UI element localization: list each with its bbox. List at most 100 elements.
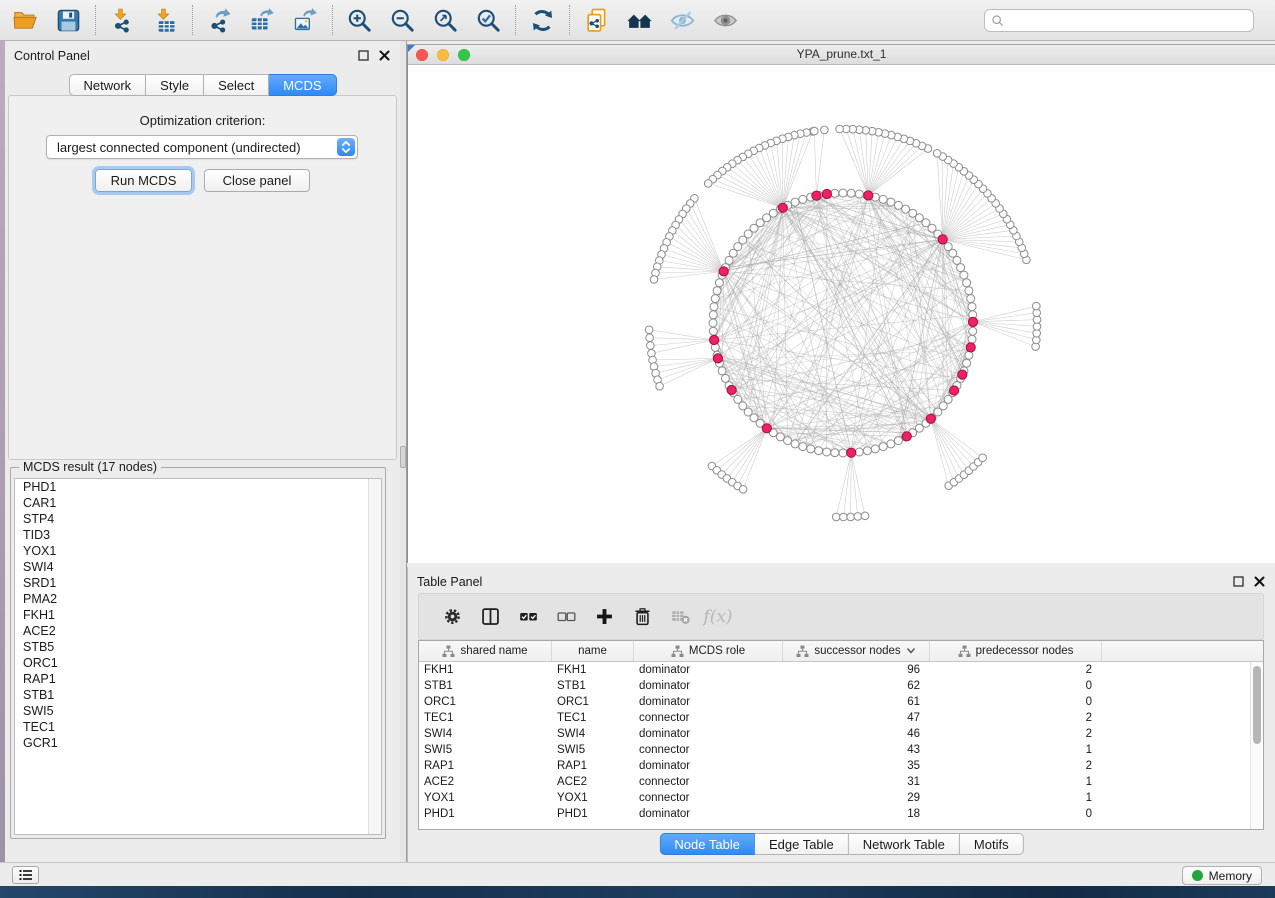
show-all-button[interactable] (704, 3, 747, 37)
network-window: YPA_prune.txt_1 (407, 44, 1275, 563)
delete-column-button[interactable] (623, 600, 661, 634)
tab-edge-table[interactable]: Edge Table (755, 833, 849, 855)
column-header-predecessor-nodes[interactable]: predecessor nodes (930, 641, 1102, 661)
column-label: name (578, 645, 607, 657)
column-header-name[interactable]: name (552, 641, 634, 661)
cell-predecessor_nodes: 2 (930, 728, 1102, 740)
network-window-titlebar[interactable]: YPA_prune.txt_1 (408, 45, 1275, 65)
mcds-result-item[interactable]: CAR1 (15, 495, 381, 511)
function-builder-icon: f(x) (703, 607, 732, 627)
export-network-button[interactable] (198, 3, 241, 37)
export-image-icon (292, 7, 319, 34)
tab-motifs[interactable]: Motifs (960, 833, 1024, 855)
mcds-result-item[interactable]: YOX1 (15, 543, 381, 559)
mcds-result-item[interactable]: FKH1 (15, 607, 381, 623)
table-row[interactable]: PHD1PHD1dominator180 (419, 806, 1263, 822)
close-panel-button[interactable]: Close panel (204, 169, 310, 192)
table-row[interactable]: SWI4SWI4dominator462 (419, 726, 1263, 742)
mcds-result-item[interactable]: STB1 (15, 687, 381, 703)
export-table-button[interactable] (241, 3, 284, 37)
copy-network-button[interactable] (575, 3, 618, 37)
delete-table-icon (670, 606, 691, 627)
mcds-result-item[interactable]: GCR1 (15, 735, 381, 751)
scrollbar-thumb[interactable] (1253, 666, 1261, 744)
zoom-selected-icon (475, 7, 502, 34)
table-row[interactable]: RAP1RAP1dominator352 (419, 758, 1263, 774)
hide-selected-button[interactable] (661, 3, 704, 37)
first-neighbors-button[interactable] (618, 3, 661, 37)
deselect-all-checkboxes-button[interactable] (547, 600, 585, 634)
optimization-criterion-value: largest connected component (undirected) (57, 140, 301, 155)
tab-network-table[interactable]: Network Table (849, 833, 960, 855)
mcds-result-item[interactable]: STP4 (15, 511, 381, 527)
float-icon[interactable] (1233, 576, 1244, 587)
network-window-title: YPA_prune.txt_1 (408, 47, 1275, 61)
zoom-in-button[interactable] (338, 3, 381, 37)
select-all-checkboxes-button[interactable] (509, 600, 547, 634)
cell-shared_name: ORC1 (419, 696, 552, 708)
add-column-button[interactable] (585, 600, 623, 634)
mcds-result-item[interactable]: PMA2 (15, 591, 381, 607)
import-network-button[interactable] (101, 3, 144, 37)
table-row[interactable]: YOX1YOX1connector291 (419, 790, 1263, 806)
mcds-result-item[interactable]: RAP1 (15, 671, 381, 687)
mcds-result-item[interactable]: SWI4 (15, 559, 381, 575)
search-box[interactable] (984, 9, 1254, 32)
column-header-successor-nodes[interactable]: successor nodes (783, 641, 930, 661)
column-header-MCDS-role[interactable]: MCDS role (634, 641, 783, 661)
mcds-result-item[interactable]: TID3 (15, 527, 381, 543)
table-row[interactable]: TEC1TEC1connector472 (419, 710, 1263, 726)
tab-node-table[interactable]: Node Table (659, 833, 755, 855)
mcds-result-item[interactable]: STB5 (15, 639, 381, 655)
table-row[interactable]: FKH1FKH1dominator962 (419, 662, 1263, 678)
zoom-fit-button[interactable] (424, 3, 467, 37)
save-session-button[interactable] (47, 3, 90, 37)
vertical-splitter[interactable] (400, 41, 407, 862)
import-table-button[interactable] (144, 3, 187, 37)
mcds-result-item[interactable]: TEC1 (15, 719, 381, 735)
zoom-fit-icon (432, 7, 459, 34)
refresh-button[interactable] (521, 3, 564, 37)
settings-gear-icon (442, 606, 463, 627)
close-icon[interactable] (1254, 576, 1265, 587)
mcds-result-item[interactable]: SRD1 (15, 575, 381, 591)
close-icon[interactable] (379, 50, 390, 61)
float-icon[interactable] (358, 50, 369, 61)
mcds-result-item[interactable]: ORC1 (15, 655, 381, 671)
splitter-grip[interactable] (400, 446, 406, 468)
column-header-shared-name[interactable]: shared name (419, 641, 552, 661)
table-header-row: shared name name MCDS rolesuccessor nodesp… (419, 641, 1263, 662)
mcds-result-item[interactable]: SWI5 (15, 703, 381, 719)
table-scrollbar[interactable] (1250, 662, 1263, 829)
settings-gear-button[interactable] (433, 600, 471, 634)
memory-button[interactable]: Memory (1182, 866, 1262, 885)
run-mcds-button[interactable]: Run MCDS (95, 169, 192, 192)
zoom-in-icon (346, 7, 373, 34)
table-row[interactable]: STB1STB1dominator620 (419, 678, 1263, 694)
cell-mcds_role: dominator (634, 728, 783, 740)
console-button[interactable] (12, 866, 39, 884)
table-row[interactable]: ORC1ORC1dominator610 (419, 694, 1263, 710)
tab-select[interactable]: Select (204, 74, 269, 96)
cell-successor_nodes: 35 (783, 760, 930, 772)
mcds-list-scrollbar[interactable] (368, 479, 381, 834)
network-canvas[interactable] (408, 65, 1275, 563)
export-image-button[interactable] (284, 3, 327, 37)
tab-network[interactable]: Network (68, 74, 146, 96)
table-row[interactable]: ACE2ACE2connector311 (419, 774, 1263, 790)
tab-style[interactable]: Style (146, 74, 204, 96)
mcds-result-item[interactable]: PHD1 (15, 479, 381, 495)
control-panel-title: Control Panel (14, 49, 90, 63)
zoom-out-button[interactable] (381, 3, 424, 37)
open-file-button[interactable] (4, 3, 47, 37)
search-input[interactable] (1010, 13, 1248, 29)
table-row[interactable]: SWI5SWI5connector431 (419, 742, 1263, 758)
column-header-filler (1102, 641, 1263, 661)
mcds-result-list[interactable]: PHD1CAR1STP4TID3YOX1SWI4SRD1PMA2FKH1ACE2… (14, 478, 382, 835)
zoom-out-icon (389, 7, 416, 34)
zoom-selected-button[interactable] (467, 3, 510, 37)
optimization-criterion-select[interactable]: largest connected component (undirected) (46, 135, 358, 159)
show-columns-button[interactable] (471, 600, 509, 634)
tab-mcds[interactable]: MCDS (269, 74, 336, 96)
mcds-result-item[interactable]: ACE2 (15, 623, 381, 639)
